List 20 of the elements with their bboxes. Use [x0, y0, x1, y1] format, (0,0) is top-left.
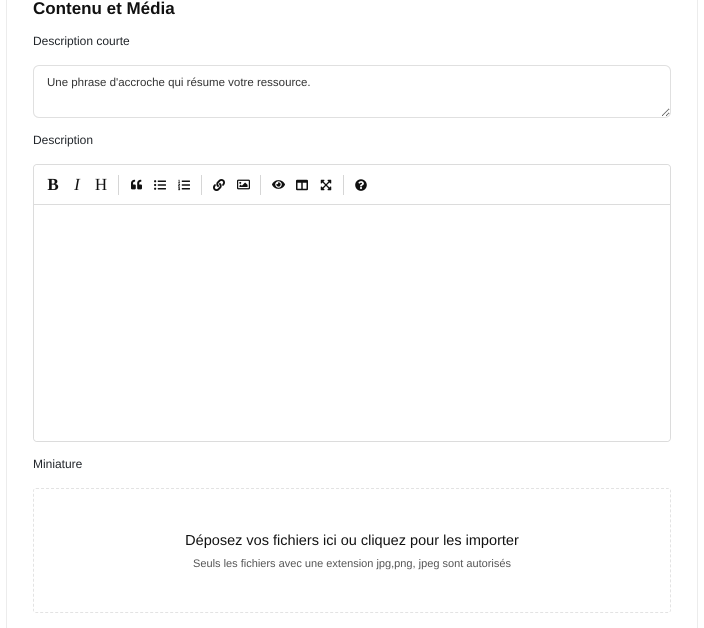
heading-button[interactable]: H — [89, 172, 113, 198]
short-description-field[interactable]: Une phrase d'accroche qui résume votre ressource. — [33, 65, 671, 118]
columns-icon — [296, 178, 308, 190]
field-label: Description — [33, 132, 94, 148]
bulleted-list-icon — [154, 178, 166, 190]
image-icon — [236, 178, 250, 191]
eye-icon — [272, 178, 284, 191]
help-icon — [355, 178, 367, 190]
dropzone-title: Déposez vos fichiers ici ou cliquez pour les importer — [185, 532, 519, 550]
bold-button[interactable]: B — [41, 172, 65, 198]
dropzone-hint: Seuls les fichiers avec une extension jpg,png, jpeg sont autorisés — [193, 557, 511, 571]
section-title: Contenu et Média — [33, 0, 175, 19]
fullscreen-icon — [320, 178, 332, 190]
field-label: Description courte — [33, 33, 130, 49]
italic-button[interactable]: I — [65, 172, 89, 198]
quote-icon — [130, 179, 142, 190]
link-icon — [213, 178, 225, 190]
file-dropzone[interactable]: Déposez vos fichiers ici ou cliquez pour les importer Seuls les fichiers avec une extension jpg,png, jpeg sont autorisés — [33, 488, 671, 613]
field-label: Miniature — [33, 456, 82, 472]
numbered-list-icon — [178, 178, 190, 190]
